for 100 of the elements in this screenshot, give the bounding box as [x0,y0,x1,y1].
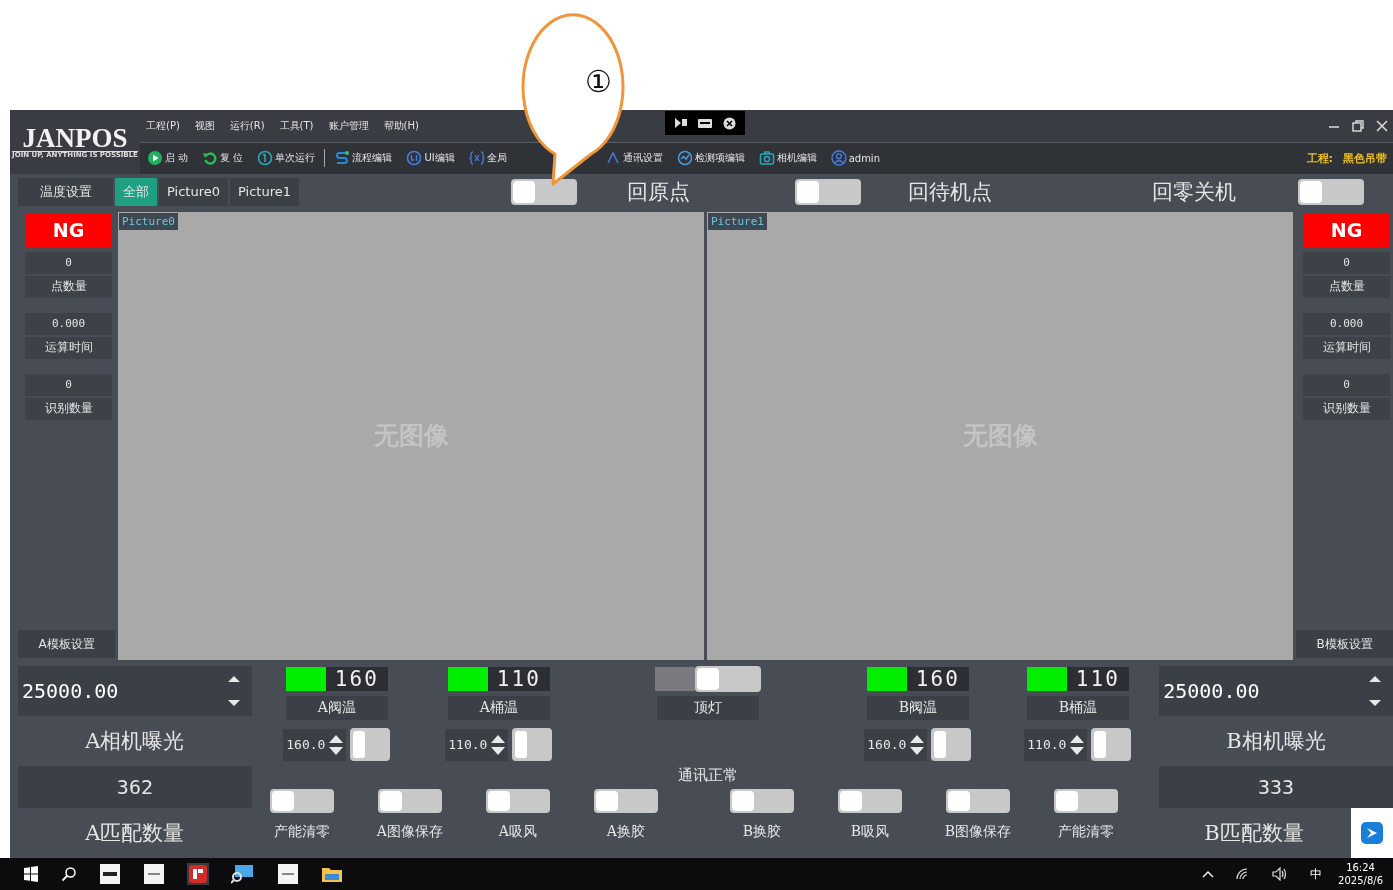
stat-value: 0 [25,373,112,396]
result-status: NG [25,213,112,247]
app-icon[interactable] [99,863,121,885]
match-count: 333 [1159,766,1393,808]
setpoint-field[interactable]: 160.0 [864,728,928,761]
action-label: B吸风 [850,823,889,841]
clock-time[interactable]: 16:24 [1346,861,1375,874]
template-settings-button[interactable]: A模板设置 [18,630,115,658]
toggle-switch[interactable] [510,178,577,205]
toggle-switch[interactable] [377,789,442,813]
temperature-display: 160 [325,667,388,691]
toggle-switch[interactable] [931,728,972,761]
floating-widget[interactable] [1351,808,1393,858]
menu-item[interactable]: 运行(R) [223,119,271,133]
menu-item[interactable]: 工具(T) [273,119,320,133]
chart-icon[interactable] [676,150,693,167]
exposure-field[interactable]: 25000.00 [1159,666,1393,716]
toggle-switch[interactable] [350,728,391,761]
toolbar-button[interactable]: 单次运行 [250,147,323,170]
exposure-label: B相机曝光 [1225,728,1327,755]
setpoint-field[interactable]: 160.0 [283,728,347,761]
menu-item[interactable]: 账户管理 [322,119,375,133]
setpoint-field[interactable]: 110.0 [1024,728,1088,761]
user-icon[interactable] [830,150,847,167]
menu-item[interactable]: 帮助(H) [377,119,425,133]
toolbar-button[interactable]: 通讯设置 [597,147,670,170]
number-one-icon[interactable] [257,150,274,167]
action-label: 产能清零 [273,823,330,841]
restore-icon[interactable] [1351,119,1365,133]
setpoint-field[interactable]: 110.0 [445,728,509,761]
view-tag: Picture0 [119,212,178,230]
toggle-switch[interactable] [729,789,794,813]
switch-label: 回原点 [626,178,690,206]
stat-value: 0.000 [1303,312,1390,335]
match-count-label: B匹配数量 [1203,820,1305,847]
circle-icon[interactable] [406,150,423,167]
toggle-switch[interactable] [945,789,1010,813]
action-label: 产能清零 [1057,823,1114,841]
heater-label: A阀温 [285,696,388,720]
toggle-switch[interactable] [837,789,902,813]
toolbar-button[interactable]: 检测项编辑 [669,147,752,170]
toggle-switch[interactable] [794,178,861,205]
volume-icon[interactable] [1272,867,1289,881]
action-label: A吸风 [498,823,537,841]
close-icon[interactable] [1375,119,1389,133]
refresh-icon[interactable] [202,150,219,167]
toolbar-button[interactable]: admin [823,147,887,170]
menu-item[interactable]: 视图 [188,119,221,133]
switch-label: 回待机点 [907,178,992,206]
toggle-switch[interactable] [694,666,761,692]
heater-label: B阀温 [866,696,969,720]
monitor-icon[interactable] [231,863,255,885]
exposure-label: A相机曝光 [84,728,186,755]
toggle-switch[interactable] [1091,728,1132,761]
action-label: A图像保存 [376,823,443,841]
stat-label: 运算时间 [1303,336,1390,359]
clock-date[interactable]: 2025/8/6 [1338,874,1383,887]
exposure-field[interactable]: 25000.00 [18,666,252,716]
project-name: 黑色吊带 [1343,150,1387,166]
app-icon[interactable] [143,863,165,885]
toolbar-button[interactable]: 复 位 [195,147,251,170]
toolbar-button[interactable]: 全局 [461,147,514,170]
toggle-switch[interactable] [485,789,550,813]
chevron-up-icon[interactable] [1202,869,1215,879]
toggle-switch[interactable] [593,789,658,813]
toolbar-button[interactable]: 流程编辑 [327,147,400,170]
toggle-switch[interactable] [512,728,553,761]
action-label: B换胶 [742,823,781,841]
communication-status: 通讯正常 [677,766,738,785]
view-tab[interactable]: Picture0 [159,177,228,206]
flow-icon[interactable] [334,150,351,167]
callout-number: ① [584,64,612,99]
spinner-arrows-icon[interactable] [1367,674,1383,708]
stat-value: 0 [25,251,112,274]
stat-value: 0.000 [25,312,112,335]
project-label: 工程: [1306,150,1333,166]
close-icon[interactable] [723,116,737,130]
input-method-indicator[interactable]: 中 [1310,865,1323,883]
match-count-label: A匹配数量 [84,820,186,847]
view-tab[interactable]: Picture1 [230,177,299,206]
windows-start-icon[interactable] [23,866,39,882]
app-icon[interactable] [277,863,299,885]
toolbar-button[interactable]: UI编辑 [399,147,462,170]
action-label: B图像保存 [944,823,1011,841]
app-icon[interactable] [187,863,209,885]
play-icon[interactable] [147,150,163,167]
toolbar-button[interactable]: 启 动 [140,147,196,170]
search-icon[interactable] [61,866,77,882]
chat-icon[interactable] [1360,821,1384,845]
app-logo: JANPOS [22,125,128,152]
temperature-settings-button[interactable]: 温度设置 [18,177,113,206]
braces-icon[interactable] [468,150,485,167]
temperature-display: 110 [487,667,550,691]
toggle-switch[interactable] [1053,789,1118,813]
template-settings-button[interactable]: B模板设置 [1296,630,1393,658]
camera-icon[interactable] [758,150,775,167]
toggle-switch[interactable] [1297,178,1364,205]
menu-item[interactable]: 工程(P) [140,119,186,133]
toggle-switch[interactable] [269,789,334,813]
toolbar-button[interactable]: 相机编辑 [751,147,824,170]
